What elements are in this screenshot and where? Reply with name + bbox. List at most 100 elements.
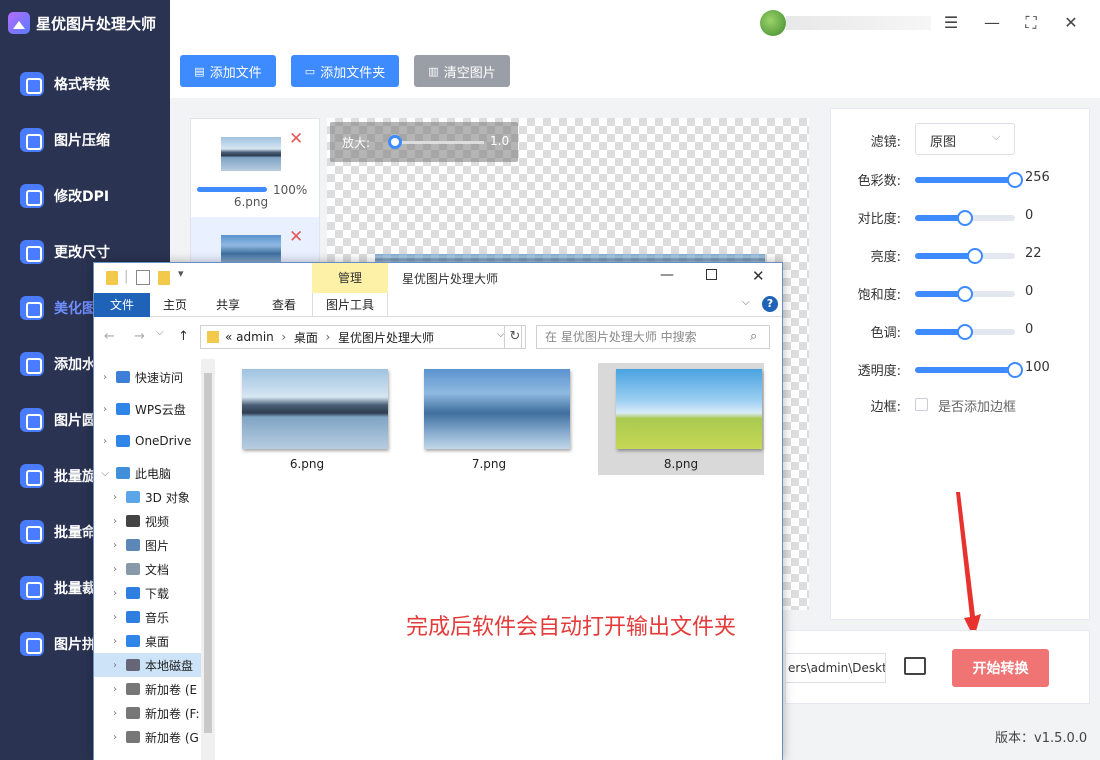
nav-item[interactable]: ⌵ 此电脑 bbox=[94, 461, 212, 485]
folder-icon bbox=[106, 271, 118, 285]
forward-icon[interactable]: → bbox=[134, 329, 145, 344]
chevron-right-icon[interactable]: › bbox=[108, 588, 122, 599]
nav-item[interactable]: › 本地磁盘 bbox=[94, 653, 212, 677]
chevron-right-icon[interactable]: › bbox=[98, 404, 112, 415]
settings-sliders-icon[interactable]: ☰ bbox=[940, 12, 962, 34]
chevron-right-icon[interactable]: › bbox=[108, 516, 122, 527]
nav-item-label: 新加卷 (E bbox=[145, 682, 198, 697]
quick-access-dropdown-icon[interactable]: ▾ bbox=[178, 267, 184, 280]
nav-item[interactable]: › 视频 bbox=[94, 509, 212, 533]
zoom-slider[interactable] bbox=[388, 135, 484, 149]
chevron-down-icon[interactable]: ⌵ bbox=[742, 297, 750, 308]
add-folder-button[interactable]: ▭ 添加文件夹 bbox=[291, 55, 399, 87]
zoom-slider-knob[interactable] bbox=[388, 135, 402, 149]
maximize-icon[interactable] bbox=[706, 269, 717, 280]
chevron-right-icon[interactable]: › bbox=[98, 436, 112, 447]
border-label: 边框: bbox=[870, 400, 901, 415]
chevron-right-icon[interactable]: › bbox=[98, 372, 112, 383]
back-icon[interactable]: ← bbox=[104, 329, 115, 344]
nav-item[interactable]: › 桌面 bbox=[94, 629, 212, 653]
minimize-icon[interactable]: — bbox=[981, 12, 1003, 34]
slider-track[interactable] bbox=[915, 324, 1015, 340]
nav-item[interactable]: › 新加卷 (E bbox=[94, 677, 212, 701]
filter-select[interactable]: 原图 ⌵ bbox=[915, 123, 1015, 155]
address-row: ← → ⌵ ↑ « admin › 桌面 › 星优图片处理大师 ⌵ ↻ 在 星优… bbox=[94, 323, 782, 353]
slider-knob[interactable] bbox=[1007, 362, 1023, 378]
properties-icon[interactable] bbox=[136, 270, 150, 285]
slider-knob[interactable] bbox=[1007, 172, 1023, 188]
recent-dropdown-icon[interactable]: ⌵ bbox=[156, 327, 164, 338]
file-item-selected[interactable]: 8.png bbox=[598, 363, 764, 475]
up-icon[interactable]: ↑ bbox=[178, 329, 189, 344]
slider-knob[interactable] bbox=[957, 210, 973, 226]
thumbnail-item[interactable]: ✕ 100% 6.png bbox=[191, 119, 319, 217]
nav-item[interactable]: › OneDrive bbox=[94, 429, 212, 453]
add-file-button[interactable]: ▤ 添加文件 bbox=[180, 55, 276, 87]
tab-view[interactable]: 查看 bbox=[258, 293, 310, 317]
close-icon[interactable]: ✕ bbox=[752, 267, 765, 285]
remove-icon[interactable]: ✕ bbox=[289, 227, 303, 247]
nav-item[interactable]: › WPS云盘 bbox=[94, 397, 212, 421]
tab-share[interactable]: 共享 bbox=[202, 293, 254, 317]
breadcrumb-desktop[interactable]: 桌面 bbox=[294, 329, 318, 346]
nav-scrollbar[interactable] bbox=[201, 359, 215, 760]
file-item[interactable]: 6.png bbox=[224, 363, 390, 475]
slider-track[interactable] bbox=[915, 362, 1023, 378]
slider-knob[interactable] bbox=[957, 286, 973, 302]
manage-tab[interactable]: 管理 bbox=[312, 263, 388, 293]
file-item[interactable]: 7.png bbox=[406, 363, 572, 475]
tab-picture-tools[interactable]: 图片工具 bbox=[312, 293, 388, 317]
nav-item[interactable]: › 文档 bbox=[94, 557, 212, 581]
refresh-icon[interactable]: ↻ bbox=[504, 325, 526, 349]
nav-item[interactable]: › 下载 bbox=[94, 581, 212, 605]
drive-icon bbox=[126, 683, 140, 695]
breadcrumb-folder[interactable]: 星优图片处理大师 bbox=[338, 329, 434, 346]
slider-track[interactable] bbox=[915, 210, 1015, 226]
chevron-right-icon[interactable]: › bbox=[108, 612, 122, 623]
search-input[interactable]: 在 星优图片处理大师 中搜索 bbox=[536, 325, 770, 349]
nav-item[interactable]: › 图片 bbox=[94, 533, 212, 557]
tab-home[interactable]: 主页 bbox=[150, 293, 200, 317]
slider-track[interactable] bbox=[915, 286, 1015, 302]
slider-value: 22 bbox=[1025, 246, 1042, 261]
chevron-right-icon[interactable]: › bbox=[108, 708, 122, 719]
close-icon[interactable]: ✕ bbox=[1060, 12, 1082, 34]
chevron-right-icon[interactable]: › bbox=[108, 636, 122, 647]
sidebar-item-compress[interactable]: 图片压缩 bbox=[0, 112, 170, 168]
open-folder-icon[interactable] bbox=[904, 657, 926, 675]
chevron-right-icon[interactable]: › bbox=[108, 492, 122, 503]
chevron-right-icon[interactable]: › bbox=[108, 684, 122, 695]
slider-knob[interactable] bbox=[967, 248, 983, 264]
sidebar-item-dpi[interactable]: 修改DPI bbox=[0, 168, 170, 224]
help-icon[interactable]: ? bbox=[762, 296, 778, 312]
nav-item[interactable]: › 新加卷 (G bbox=[94, 725, 212, 749]
avatar[interactable] bbox=[760, 10, 786, 36]
maximize-icon[interactable]: ⛶ bbox=[1020, 12, 1042, 34]
border-checkbox[interactable] bbox=[915, 398, 928, 411]
chevron-right-icon[interactable]: › bbox=[108, 540, 122, 551]
slider-track[interactable] bbox=[915, 172, 1023, 188]
nav-item[interactable]: › 音乐 bbox=[94, 605, 212, 629]
new-folder-icon[interactable] bbox=[158, 271, 170, 285]
nav-scrollbar-thumb[interactable] bbox=[204, 373, 212, 733]
clear-images-button[interactable]: ▥ 清空图片 bbox=[414, 55, 510, 87]
nav-item[interactable]: › 新加卷 (F: bbox=[94, 701, 212, 725]
chevron-right-icon[interactable]: › bbox=[108, 732, 122, 743]
sidebar-item-format-convert[interactable]: 格式转换 bbox=[0, 56, 170, 112]
address-bar[interactable]: « admin › 桌面 › 星优图片处理大师 ⌵ bbox=[200, 325, 522, 349]
minimize-icon[interactable]: — bbox=[660, 267, 674, 283]
nav-item[interactable]: › 3D 对象 bbox=[94, 485, 212, 509]
nav-item-label: 下载 bbox=[145, 586, 170, 601]
slider-knob[interactable] bbox=[957, 324, 973, 340]
breadcrumb-admin[interactable]: admin bbox=[236, 330, 274, 344]
chevron-down-icon[interactable]: ⌵ bbox=[98, 468, 112, 479]
app-logo-icon bbox=[8, 12, 30, 34]
chevron-right-icon[interactable]: › bbox=[108, 564, 122, 575]
remove-icon[interactable]: ✕ bbox=[289, 129, 303, 149]
slider-track[interactable] bbox=[915, 248, 1015, 264]
start-convert-button[interactable]: 开始转换 bbox=[952, 649, 1049, 687]
chevron-right-icon[interactable]: › bbox=[108, 660, 122, 671]
tab-file[interactable]: 文件 bbox=[94, 293, 150, 317]
nav-item[interactable]: › 快速访问 bbox=[94, 365, 212, 389]
output-path-field[interactable]: ers\admin\Deskto bbox=[786, 653, 886, 683]
